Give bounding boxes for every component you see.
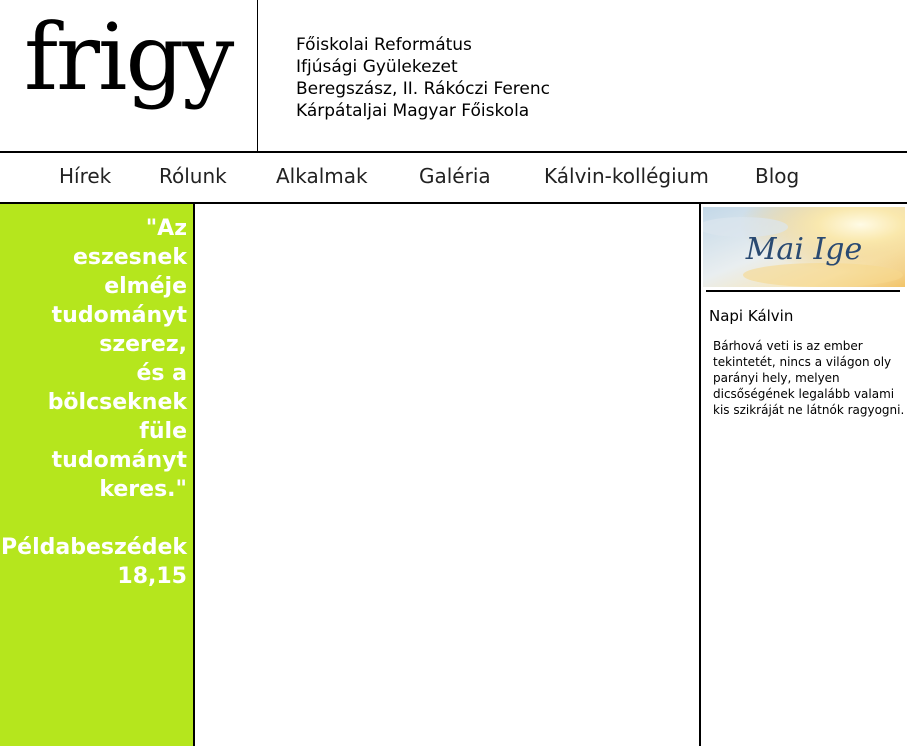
sunrise-sky-image: Mai Ige — [703, 207, 905, 287]
subtitle-line: Főiskolai Református — [296, 35, 472, 55]
main-content — [195, 204, 699, 746]
site-header: frigy Főiskolai Református Ifjúsági Gyül… — [0, 0, 907, 151]
nav-item-hirek[interactable]: Hírek — [59, 164, 111, 188]
verse-reference-line: Példabeszédek — [1, 535, 187, 560]
subtitle-line: Kárpátaljai Magyar Főiskola — [296, 101, 530, 121]
mai-ige-rule — [706, 290, 900, 292]
nav-item-alkalmak[interactable]: Alkalmak — [276, 164, 368, 188]
napi-kalvin-title: Napi Kálvin — [709, 307, 794, 325]
site-logo[interactable]: frigy — [24, 12, 234, 104]
subtitle-line: Ifjúsági Gyülekezet — [296, 57, 458, 77]
nav-item-kalvin-kollegium[interactable]: Kálvin-kollégium — [544, 164, 709, 188]
verse-quote: "Az eszesnek elméje tudományt szerez, és… — [0, 214, 187, 591]
mai-ige-banner[interactable]: Mai Ige — [703, 207, 905, 287]
verse-reference-line: 18,15 — [117, 564, 187, 589]
verse-line: szerez, — [99, 332, 187, 357]
verse-line: bölcseknek — [47, 390, 187, 415]
header-divider — [257, 0, 258, 151]
verse-line: és a — [136, 361, 187, 386]
verse-reference: Példabeszédek 18,15 — [0, 533, 187, 591]
napi-kalvin-text: Bárhová veti is az ember tekintetét, nin… — [713, 339, 905, 417]
main-nav: Hírek Rólunk Alkalmak Galéria Kálvin-kol… — [0, 153, 907, 202]
right-sidebar: Mai Ige Napi Kálvin Bárhová veti is az e… — [701, 204, 907, 746]
mai-ige-banner-text: Mai Ige — [745, 232, 863, 267]
verse-line: keres." — [99, 477, 187, 502]
nav-item-rolunk[interactable]: Rólunk — [159, 164, 227, 188]
subtitle-line: Beregszász, II. Rákóczi Ferenc — [296, 79, 551, 99]
verse-line: "Az — [145, 216, 187, 241]
verse-line: tudományt — [51, 448, 187, 473]
verse-line: tudományt — [51, 303, 187, 328]
verse-line: füle — [139, 419, 187, 444]
nav-item-blog[interactable]: Blog — [755, 164, 799, 188]
verse-line: eszesnek — [72, 245, 187, 270]
verse-line: elméje — [104, 274, 187, 299]
nav-item-galeria[interactable]: Galéria — [419, 164, 491, 188]
verse-sidebar: "Az eszesnek elméje tudományt szerez, és… — [0, 204, 193, 746]
site-subtitle: Főiskolai Református Ifjúsági Gyülekezet… — [296, 34, 550, 122]
